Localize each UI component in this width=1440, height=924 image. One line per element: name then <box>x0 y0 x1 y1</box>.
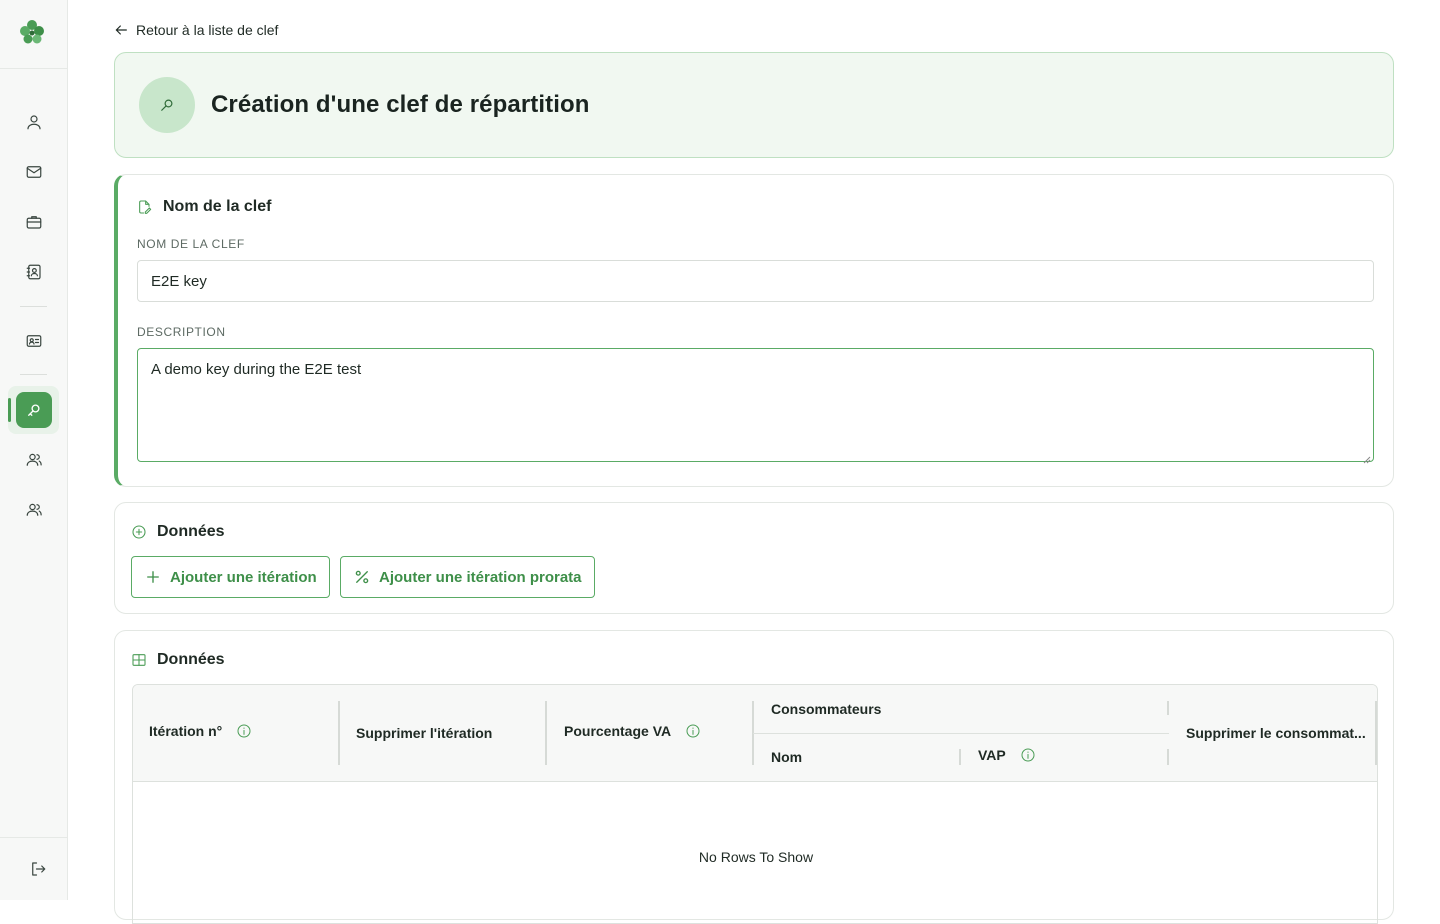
page-title: Création d'une clef de répartition <box>211 91 590 118</box>
section-title: Données <box>157 523 225 540</box>
key-name-section: Nom de la clef NOM DE LA CLEF E2E key DE… <box>114 174 1394 487</box>
users-group-icon[interactable] <box>22 498 46 522</box>
section-header: Nom de la clef <box>137 198 271 216</box>
column-separator[interactable] <box>1167 701 1169 715</box>
column-header-percentage[interactable]: Pourcentage VA <box>564 723 701 739</box>
grid-header: Itération n° Supprimer l'itération Pourc… <box>133 685 1377 782</box>
section-header: Données <box>131 651 225 669</box>
column-separator[interactable] <box>959 749 961 765</box>
page-header: Création d'une clef de répartition <box>114 52 1394 158</box>
section-header: Données <box>131 523 225 541</box>
column-header-delete-consumer[interactable]: Supprimer le consommat... <box>1186 725 1366 741</box>
sidebar-divider <box>0 837 68 838</box>
column-header-vap[interactable]: VAP <box>978 747 1036 763</box>
active-indicator <box>8 398 11 422</box>
section-title: Données <box>157 651 225 668</box>
info-icon[interactable] <box>1020 747 1036 763</box>
column-header-iteration[interactable]: Itération n° <box>149 723 252 739</box>
back-to-key-list-link[interactable]: Retour à la liste de clef <box>113 20 278 40</box>
description-field-label: DESCRIPTION <box>137 325 226 339</box>
add-prorata-iteration-button[interactable]: Ajouter une itération prorata <box>340 556 595 598</box>
column-label: Supprimer l'itération <box>356 725 493 741</box>
data-actions-section: Données Ajouter une itération Ajouter un… <box>114 502 1394 614</box>
plus-circle-icon <box>132 525 146 539</box>
logout-icon[interactable] <box>26 857 50 881</box>
contact-book-icon[interactable] <box>22 260 46 284</box>
add-iteration-button[interactable]: Ajouter une itération <box>131 556 330 598</box>
column-label: VAP <box>978 747 1006 763</box>
info-icon[interactable] <box>685 723 701 739</box>
section-title: Nom de la clef <box>163 198 272 215</box>
column-label: Nom <box>771 749 803 765</box>
id-card-icon[interactable] <box>22 329 46 353</box>
column-separator[interactable] <box>545 701 547 765</box>
sidebar-divider <box>0 68 68 69</box>
plus-icon <box>147 571 159 583</box>
name-field-label: NOM DE LA CLEF <box>137 237 245 251</box>
data-grid: Itération n° Supprimer l'itération Pourc… <box>132 684 1378 924</box>
empty-table-message: No Rows To Show <box>698 849 814 865</box>
sidebar-divider <box>20 306 47 307</box>
percent-icon <box>355 570 369 584</box>
back-link-label: Retour à la liste de clef <box>136 22 279 38</box>
mail-icon[interactable] <box>22 160 46 184</box>
info-icon[interactable] <box>236 723 252 739</box>
add-iteration-label: Ajouter une itération <box>170 568 317 586</box>
file-edit-icon <box>139 200 152 214</box>
briefcase-icon[interactable] <box>22 210 46 234</box>
clover-logo-icon[interactable] <box>16 17 48 49</box>
key-name-value: E2E key <box>151 272 207 290</box>
sidebar <box>0 0 68 900</box>
user-icon[interactable] <box>22 110 46 134</box>
column-separator[interactable] <box>1375 701 1377 765</box>
column-label: Itération n° <box>149 723 223 739</box>
column-header-delete-iteration[interactable]: Supprimer l'itération <box>356 725 492 741</box>
table-icon <box>132 654 146 666</box>
description-value: A demo key during the E2E test <box>151 361 362 378</box>
column-separator[interactable] <box>1167 749 1169 765</box>
key-name-input[interactable]: E2E key <box>137 260 1374 302</box>
arrow-left-icon <box>115 25 127 35</box>
description-textarea[interactable]: A demo key during the E2E test <box>137 348 1374 464</box>
key-icon <box>139 77 195 133</box>
sidebar-divider <box>20 374 47 375</box>
column-group-label: Consommateurs <box>771 701 882 717</box>
column-label: Supprimer le consommat... <box>1186 725 1366 741</box>
column-label: Pourcentage VA <box>564 723 672 739</box>
column-separator[interactable] <box>338 701 340 765</box>
resize-handle-icon[interactable] <box>1363 451 1371 464</box>
key-icon[interactable] <box>16 392 52 428</box>
column-group-consumers: Consommateurs <box>771 701 881 717</box>
add-prorata-iteration-label: Ajouter une itération prorata <box>379 568 582 586</box>
group-divider <box>753 733 1169 734</box>
column-header-name[interactable]: Nom <box>771 749 802 765</box>
users-group-icon[interactable] <box>22 448 46 472</box>
data-table-section: Données Itération n° Supprimer l'itérati… <box>114 630 1394 924</box>
